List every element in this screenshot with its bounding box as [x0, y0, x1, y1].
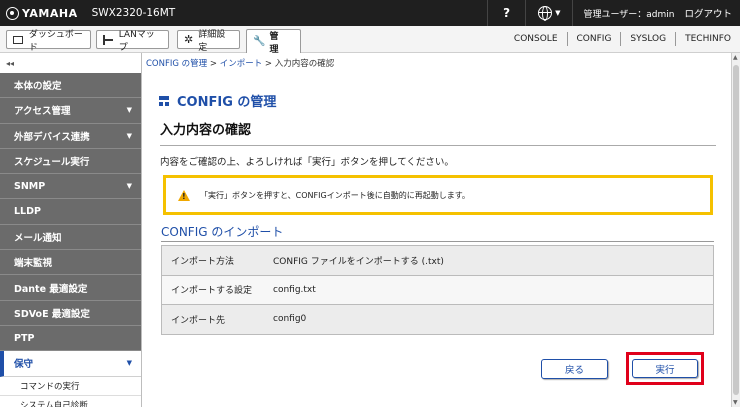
help-button[interactable]: ?	[487, 0, 525, 26]
warning-box: 「実行」ボタンを押すと、CONFIGインポート後に自動的に再起動します。	[163, 175, 713, 215]
page-title: CONFIG の管理	[177, 95, 277, 110]
sidebar-item[interactable]: 端末監視	[0, 250, 141, 276]
sidebar-subitem-command[interactable]: コマンドの実行	[0, 377, 141, 396]
sidebar-item-label: アクセス管理	[14, 106, 71, 118]
config-link[interactable]: CONFIG	[566, 32, 621, 46]
sidebar-item-label: 本体の設定	[14, 81, 62, 93]
dashboard-button[interactable]: ダッシュボード	[6, 30, 91, 53]
table-row: インポート方法 CONFIG ファイルをインポートする (.txt)	[162, 246, 713, 276]
dashboard-icon	[13, 35, 23, 44]
sidebar-item[interactable]: 本体の設定	[0, 73, 141, 99]
breadcrumb-current: 入力内容の確認	[274, 59, 335, 69]
sidebar-menu: 本体の設定アクセス管理 ▼ 外部デバイス連携 ▼ スケジュール実行 SNMP ▼ LLDP メー…	[0, 73, 141, 352]
chevron-down-icon: ▼	[126, 106, 132, 115]
sidebar-item-maintenance[interactable]: 保守 ▼	[0, 351, 141, 377]
sidebar: ◂◂ 本体の設定アクセス管理 ▼ 外部デバイス連携 ▼ スケジュール実行 SNMP ▼ LLD…	[0, 53, 142, 407]
lanmap-label: LANマップ	[118, 29, 155, 53]
caret-down-icon: ▼	[555, 9, 561, 17]
scroll-thumb[interactable]	[733, 65, 739, 395]
model-name: SWX2320-16MT	[91, 7, 176, 19]
exec-button[interactable]: 実行	[632, 359, 698, 378]
syslog-link[interactable]: SYSLOG	[620, 32, 675, 46]
wrench-icon: 🔧	[253, 36, 266, 47]
sidebar-item-label: 端末監視	[14, 258, 53, 270]
language-button[interactable]: ▼	[525, 0, 572, 26]
manage-label: 管 理	[269, 31, 282, 55]
breadcrumb-import[interactable]: インポート	[220, 59, 263, 69]
sidebar-item-label: SNMP	[14, 180, 46, 192]
chevron-down-icon: ▼	[126, 131, 132, 140]
row-value: config0	[273, 314, 307, 325]
divider	[160, 145, 716, 146]
nav-bar: ダッシュボード LANマップ ✲ 詳細設定 🔧 管 理 CONSOLE CONF…	[0, 26, 740, 55]
gear-icon: ✲	[184, 33, 194, 46]
sidebar-item-label: LLDP	[14, 206, 41, 218]
sidebar-item[interactable]: SNMP ▼	[0, 174, 141, 200]
scroll-up-icon[interactable]: ▲	[733, 54, 738, 61]
sidebar-item[interactable]: SDVoE 最適設定	[0, 300, 141, 326]
scroll-down-icon[interactable]: ▼	[733, 399, 738, 406]
config-icon	[159, 95, 169, 106]
row-key: インポート先	[171, 315, 226, 326]
sidebar-item-label: 保守	[14, 359, 34, 371]
console-link[interactable]: CONSOLE	[505, 32, 567, 46]
warning-icon	[178, 189, 190, 201]
section-title: CONFIG のインポート	[161, 225, 284, 239]
techinfo-link[interactable]: TECHINFO	[675, 32, 740, 46]
user-label: 管理ユーザー：admin	[572, 0, 680, 26]
section-divider	[161, 241, 714, 242]
dashboard-label: ダッシュボード	[28, 29, 83, 53]
import-summary-table: インポート方法 CONFIG ファイルをインポートする (.txt) インポート…	[161, 245, 714, 335]
logout-link[interactable]: ログアウト	[680, 0, 740, 26]
table-row: インポートする設定 config.txt	[162, 275, 713, 305]
sidebar-item-label: SDVoE 最適設定	[14, 308, 90, 320]
chevron-down-icon: ▼	[126, 359, 132, 368]
globe-icon	[538, 6, 553, 21]
exec-highlight-frame: 実行	[626, 352, 704, 385]
sidebar-item-label: Dante 最適設定	[14, 283, 88, 295]
row-value: config.txt	[273, 284, 316, 295]
sidebar-item[interactable]: LLDP	[0, 199, 141, 225]
page-description: 内容をご確認の上、よろしければ「実行」ボタンを押してください。	[160, 157, 454, 168]
breadcrumb: CONFIG の管理 > インポート > 入力内容の確認	[146, 59, 335, 69]
lanmap-button[interactable]: LANマップ	[96, 30, 169, 53]
sidebar-item[interactable]: メール通知	[0, 224, 141, 251]
sidebar-item[interactable]: 外部デバイス連携 ▼	[0, 123, 141, 149]
sidebar-subitem-selfdiag[interactable]: システム自己診断	[0, 396, 141, 407]
collapse-sidebar-icon[interactable]: ◂◂	[0, 53, 141, 73]
scrollbar[interactable]: ▲ ▼	[731, 53, 740, 407]
sidebar-item-label: スケジュール実行	[14, 157, 90, 169]
breadcrumb-config[interactable]: CONFIG の管理	[146, 59, 207, 69]
sidebar-item-label: メール通知	[14, 232, 62, 244]
manage-tab[interactable]: 🔧 管 理	[246, 29, 301, 55]
row-key: インポート方法	[171, 256, 235, 267]
detail-settings-label: 詳細設定	[198, 29, 226, 53]
page-subtitle: 入力内容の確認	[160, 123, 252, 138]
back-button[interactable]: 戻る	[541, 359, 608, 379]
sidebar-item[interactable]: PTP	[0, 325, 141, 352]
lanmap-icon	[103, 34, 113, 45]
table-row: インポート先 config0	[162, 305, 713, 335]
row-value: CONFIG ファイルをインポートする (.txt)	[273, 256, 444, 267]
sidebar-item[interactable]: スケジュール実行	[0, 148, 141, 175]
page-header: CONFIG の管理	[159, 91, 276, 110]
nav-links: CONSOLE CONFIG SYSLOG TECHINFO	[505, 26, 740, 52]
sidebar-item-label: PTP	[14, 332, 35, 344]
sidebar-item[interactable]: Dante 最適設定	[0, 275, 141, 301]
detail-settings-button[interactable]: ✲ 詳細設定	[177, 30, 240, 53]
top-bar: YAMAHA SWX2320-16MT ? ▼ 管理ユーザー：admin ログア…	[0, 0, 740, 26]
main-content: CONFIG の管理 > インポート > 入力内容の確認 CONFIG の管理 …	[143, 53, 740, 407]
chevron-down-icon: ▼	[126, 182, 132, 191]
row-key: インポートする設定	[171, 286, 253, 297]
brand-logo: YAMAHA	[0, 6, 78, 20]
warning-text: 「実行」ボタンを押すと、CONFIGインポート後に自動的に再起動します。	[200, 190, 470, 200]
yamaha-logo-icon	[6, 6, 19, 20]
brand-name: YAMAHA	[22, 6, 78, 20]
sidebar-item-label: 外部デバイス連携	[14, 131, 90, 143]
sidebar-item[interactable]: アクセス管理 ▼	[0, 98, 141, 124]
